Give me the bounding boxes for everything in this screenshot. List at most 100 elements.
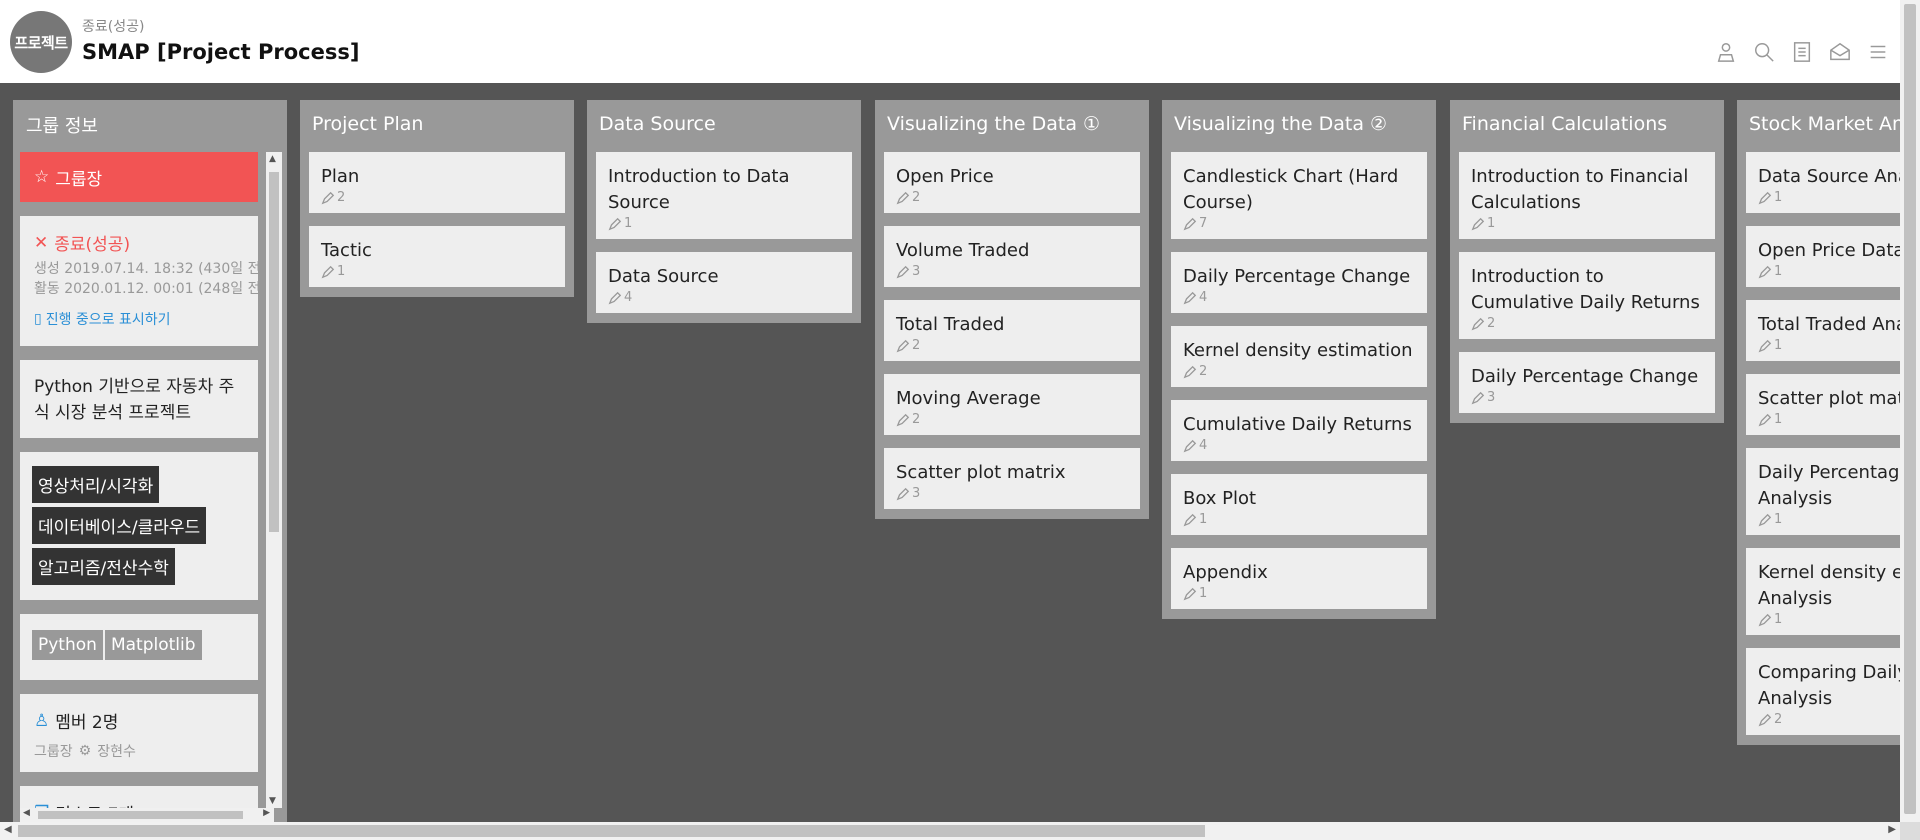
card[interactable]: Volume Traded 3 — [884, 226, 1140, 287]
card[interactable]: Plan 2 — [309, 152, 565, 213]
pen-icon — [896, 487, 910, 500]
pen-icon — [1183, 291, 1197, 304]
search-icon[interactable] — [1752, 40, 1776, 64]
card-count: 3 — [912, 264, 921, 279]
list-title[interactable]: Stock Market Analysis — [1746, 100, 1900, 152]
scrollbar-corner — [1900, 822, 1920, 840]
list-title[interactable]: Visualizing the Data ① — [884, 100, 1140, 152]
members-line: ♙ 멤버 2명 — [34, 708, 244, 734]
card[interactable]: Daily Percentage Change 4 — [1171, 252, 1427, 313]
created-date: 생성 2019.07.14. 18:32 (430일 전) — [34, 261, 258, 277]
page-hscroll-thumb[interactable] — [18, 825, 1205, 837]
card[interactable]: Comparing Daily Returns Analysis 2 — [1746, 648, 1900, 735]
card[interactable]: Scatter plot matrix 1 — [1746, 374, 1900, 435]
card-meta: 1 — [1758, 264, 1900, 279]
card-meta: 1 — [321, 264, 553, 279]
pen-icon — [896, 191, 910, 204]
project-description: Python 기반으로 자동차 주식 시장 분석 프로젝트 — [20, 360, 258, 438]
card-meta: 4 — [1183, 290, 1415, 305]
card-meta: 1 — [1183, 586, 1415, 601]
scroll-left-icon[interactable]: ◀ — [4, 824, 12, 835]
card[interactable]: Appendix 1 — [1171, 548, 1427, 609]
category-tag[interactable]: 영상처리/시각화 — [32, 466, 160, 503]
leader-sub-label: 그룹장 — [34, 744, 73, 760]
list-column: Visualizing the Data ② Candlestick Chart… — [1162, 100, 1436, 619]
scroll-down-icon[interactable]: ▼ — [269, 796, 276, 806]
group-info-panel: 그룹 정보 ☆ 그룹장 ✕ 종료(성공) 생성 2019.07.14. 18:3… — [13, 100, 287, 822]
pen-icon — [1183, 217, 1197, 230]
card[interactable]: Daily Percentage Change 3 — [1459, 352, 1715, 413]
list-title[interactable]: Visualizing the Data ② — [1171, 100, 1427, 152]
card-meta: 1 — [1758, 412, 1900, 427]
card-meta: 3 — [1471, 390, 1703, 405]
card[interactable]: Data Source 4 — [596, 252, 852, 313]
page-vscroll-thumb[interactable] — [1904, 4, 1916, 814]
menu-icon[interactable] — [1866, 40, 1890, 64]
list-title[interactable]: Project Plan — [309, 100, 565, 152]
header-toolbar — [1714, 40, 1890, 64]
scroll-right-icon[interactable]: ▶ — [263, 808, 270, 818]
card[interactable]: Box Plot 1 — [1171, 474, 1427, 535]
category-tag[interactable]: 데이터베이스/클라우드 — [32, 507, 207, 544]
sidebar-horizontal-scrollbar[interactable]: ◀ ▶ — [20, 808, 274, 822]
card-count: 4 — [624, 290, 633, 305]
card-meta: 1 — [608, 216, 840, 231]
card[interactable]: Introduction to Financial Calculations 1 — [1459, 152, 1715, 239]
card[interactable]: Daily Percentage Change Analysis 1 — [1746, 448, 1900, 535]
inbox-icon[interactable] — [1828, 40, 1852, 64]
pen-icon — [1183, 365, 1197, 378]
card[interactable]: Data Source Analysis 1 — [1746, 152, 1900, 213]
card[interactable]: Moving Average 2 — [884, 374, 1140, 435]
card[interactable]: Open Price 2 — [884, 152, 1140, 213]
activity-date: 활동 2020.01.12. 00:01 (248일 전) — [34, 281, 258, 297]
card[interactable]: Kernel density estimation 2 — [1171, 326, 1427, 387]
card-meta: 2 — [896, 338, 1128, 353]
card-count: 1 — [1774, 512, 1783, 527]
pen-icon — [1758, 513, 1772, 526]
show-in-progress-link[interactable]: ▯ 진행 중으로 표시하기 — [34, 309, 244, 329]
card[interactable]: Scatter plot matrix 3 — [884, 448, 1140, 509]
sidebar-scrollbar-thumb[interactable] — [269, 172, 279, 532]
page-horizontal-scrollbar[interactable]: ◀ ▶ — [0, 822, 1900, 840]
project-logo[interactable]: 프로젝트 — [10, 11, 72, 73]
card-count: 1 — [1774, 412, 1783, 427]
list-title[interactable]: Financial Calculations — [1459, 100, 1715, 152]
card-meta: 2 — [1183, 364, 1415, 379]
list-column: Data Source Introduction to Data Source … — [587, 100, 861, 323]
leader-box[interactable]: ☆ 그룹장 — [20, 152, 258, 202]
list-title[interactable]: Data Source — [596, 100, 852, 152]
card-title: Tactic — [321, 240, 372, 261]
status-line: ✕ 종료(성공) — [34, 230, 244, 256]
card-title: Kernel density estimation Analysis — [1758, 562, 1900, 609]
card[interactable]: Introduction to Data Source 1 — [596, 152, 852, 239]
card[interactable]: Cumulative Daily Returns 4 — [1171, 400, 1427, 461]
scroll-right-icon[interactable]: ▶ — [1888, 824, 1896, 835]
card[interactable]: Tactic 1 — [309, 226, 565, 287]
members-box[interactable]: ♙ 멤버 2명 그룹장 ⚙ 장현수 — [20, 694, 258, 772]
leader-line: 그룹장 ⚙ 장현수 — [34, 741, 244, 761]
tech-tag[interactable]: Matplotlib — [104, 630, 202, 660]
sidebar-hscroll-thumb[interactable] — [38, 811, 243, 819]
scroll-up-icon[interactable]: ▲ — [269, 154, 276, 164]
page-vertical-scrollbar[interactable] — [1900, 0, 1920, 822]
board: 그룹 정보 ☆ 그룹장 ✕ 종료(성공) 생성 2019.07.14. 18:3… — [0, 83, 1900, 822]
card[interactable]: Total Traded Analysis 1 — [1746, 300, 1900, 361]
category-tag[interactable]: 알고리즘/전산수학 — [32, 548, 175, 585]
card-title: Comparing Daily Returns Analysis — [1758, 662, 1900, 709]
leader-label: 그룹장 — [55, 169, 103, 190]
tech-tag[interactable]: Python — [32, 630, 103, 660]
pen-icon — [608, 217, 622, 230]
user-icon[interactable] — [1714, 40, 1738, 64]
card[interactable]: Introduction to Cumulative Daily Returns… — [1459, 252, 1715, 339]
card-count: 1 — [1774, 190, 1783, 205]
card-title: Appendix — [1183, 562, 1268, 583]
document-icon[interactable] — [1790, 40, 1814, 64]
card-count: 3 — [912, 486, 921, 501]
card[interactable]: Total Traded 2 — [884, 300, 1140, 361]
card[interactable]: Open Price Data Analysis 1 — [1746, 226, 1900, 287]
scroll-left-icon[interactable]: ◀ — [23, 808, 30, 818]
card-count: 2 — [1487, 316, 1496, 331]
card[interactable]: Candlestick Chart (Hard Course) 7 — [1171, 152, 1427, 239]
card[interactable]: Kernel density estimation Analysis 1 — [1746, 548, 1900, 635]
sidebar-scrollbar[interactable]: ▲ ▼ — [266, 152, 282, 808]
